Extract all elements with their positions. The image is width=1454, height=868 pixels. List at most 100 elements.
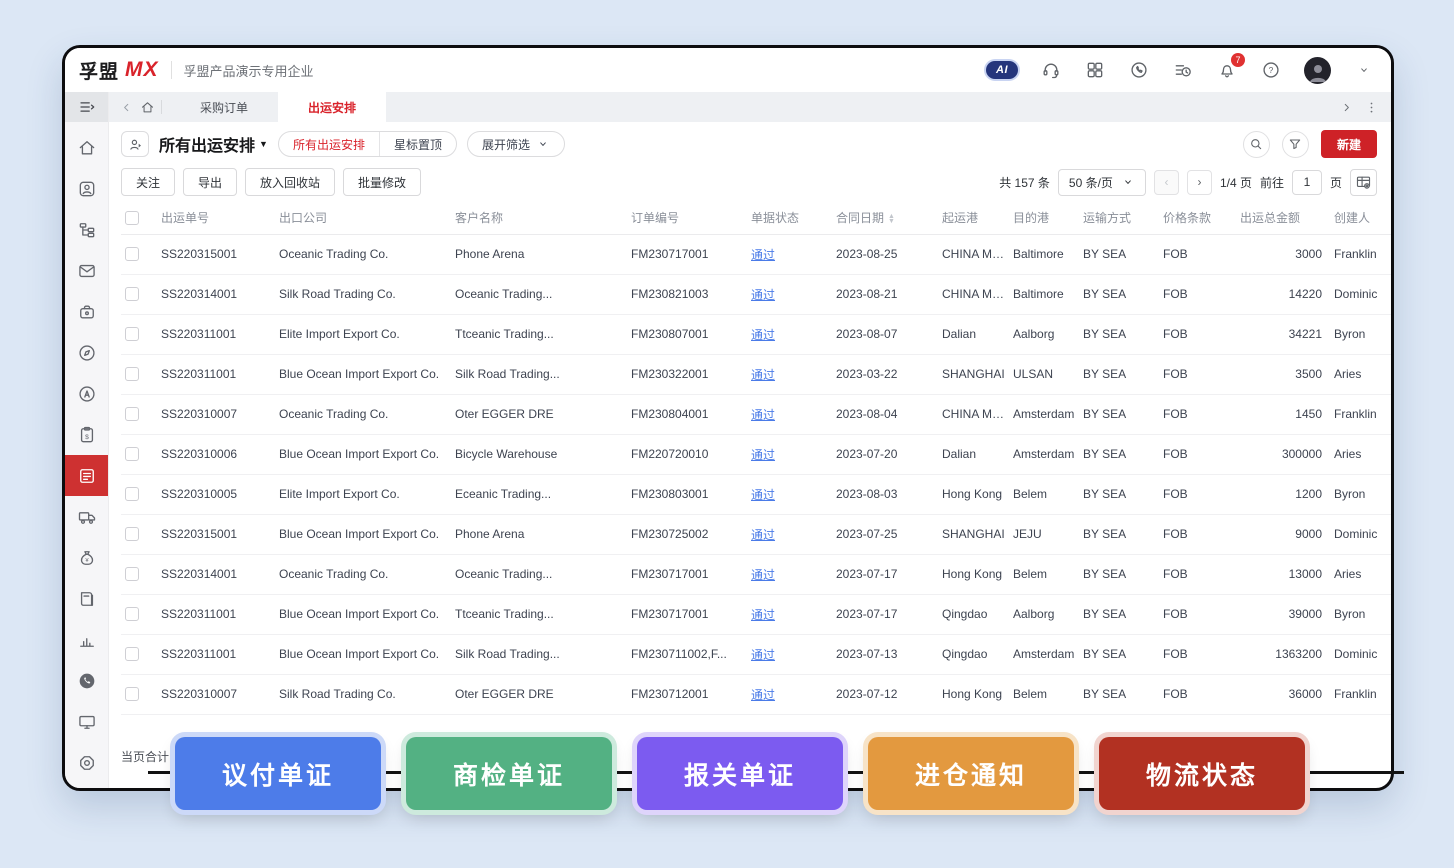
flow-button-4[interactable]: 物流状态 bbox=[1099, 737, 1305, 810]
notifications-button[interactable]: 7 bbox=[1216, 59, 1238, 81]
next-page-button[interactable]: › bbox=[1187, 170, 1212, 195]
support-button[interactable] bbox=[1040, 59, 1062, 81]
tab-1[interactable]: 出运安排 bbox=[278, 92, 386, 122]
status-link[interactable]: 通过 bbox=[751, 408, 775, 422]
topbar-actions: AI 7? bbox=[986, 57, 1375, 84]
table-row[interactable]: SS220314001Silk Road Trading Co.Oceanic … bbox=[121, 274, 1391, 314]
owner-filter-button[interactable] bbox=[121, 131, 149, 157]
row-checkbox[interactable] bbox=[125, 327, 139, 341]
status-link[interactable]: 通过 bbox=[751, 568, 775, 582]
row-checkbox[interactable] bbox=[125, 407, 139, 421]
segment-1[interactable]: 星标置顶 bbox=[380, 132, 456, 156]
table-row[interactable]: SS220314001Oceanic Trading Co.Oceanic Tr… bbox=[121, 554, 1391, 594]
view-selector[interactable]: 所有出运安排 ▼ bbox=[159, 132, 268, 156]
column-header-destination_port: 目的港 bbox=[1009, 202, 1079, 234]
expand-filter-button[interactable]: 展开筛选 bbox=[467, 131, 565, 157]
row-checkbox[interactable] bbox=[125, 567, 139, 581]
filter-button[interactable] bbox=[1282, 131, 1309, 158]
sidebar-item-products[interactable] bbox=[65, 291, 108, 332]
cell-shipping_no: SS220310006 bbox=[157, 434, 275, 474]
nav-home-button[interactable] bbox=[140, 100, 155, 115]
circle-a-icon bbox=[77, 384, 97, 404]
sidebar-item-shipping-docs[interactable] bbox=[65, 455, 108, 496]
sidebar-item-compass[interactable] bbox=[65, 332, 108, 373]
help-button[interactable]: ? bbox=[1260, 59, 1282, 81]
row-checkbox[interactable] bbox=[125, 527, 139, 541]
sidebar-item-home[interactable] bbox=[65, 127, 108, 168]
cell-customer: Ttceanic Trading... bbox=[451, 314, 627, 354]
status-link[interactable]: 通过 bbox=[751, 528, 775, 542]
goto-page-input[interactable] bbox=[1292, 170, 1322, 195]
table-row[interactable]: SS220315001Oceanic Trading Co.Phone Aren… bbox=[121, 234, 1391, 274]
status-link[interactable]: 通过 bbox=[751, 448, 775, 462]
table-row[interactable]: SS220311001Blue Ocean Import Export Co.S… bbox=[121, 354, 1391, 394]
sidebar-item-org-structure[interactable] bbox=[65, 209, 108, 250]
task-list-button[interactable] bbox=[1172, 59, 1194, 81]
column-header-contract_date[interactable]: 合同日期▲▼ bbox=[832, 202, 938, 234]
sidebar-item-settings[interactable] bbox=[65, 742, 108, 783]
select-all-checkbox[interactable] bbox=[125, 211, 139, 225]
toolbar-button-1[interactable]: 导出 bbox=[183, 168, 237, 196]
apps-button[interactable] bbox=[1084, 59, 1106, 81]
sidebar-item-mail[interactable] bbox=[65, 250, 108, 291]
sidebar-item-contacts[interactable] bbox=[65, 168, 108, 209]
sort-icon[interactable]: ▲▼ bbox=[888, 214, 895, 224]
tabs-scroll-right-button[interactable] bbox=[1339, 100, 1354, 115]
ai-assistant-button[interactable]: AI bbox=[986, 61, 1018, 79]
row-checkbox[interactable] bbox=[125, 487, 139, 501]
sidebar-item-workstation[interactable] bbox=[65, 701, 108, 742]
sidebar-collapse-button[interactable] bbox=[65, 92, 108, 122]
row-checkbox[interactable] bbox=[125, 367, 139, 381]
whatsapp-button[interactable] bbox=[1128, 59, 1150, 81]
table-row[interactable]: SS220311001Elite Import Export Co.Ttcean… bbox=[121, 314, 1391, 354]
sidebar-item-analytics[interactable] bbox=[65, 619, 108, 660]
toolbar-button-0[interactable]: 关注 bbox=[121, 168, 175, 196]
user-menu-button[interactable] bbox=[1353, 59, 1375, 81]
user-avatar[interactable] bbox=[1304, 57, 1331, 84]
status-link[interactable]: 通过 bbox=[751, 288, 775, 302]
table-row[interactable]: SS220315001Blue Ocean Import Export Co.P… bbox=[121, 514, 1391, 554]
row-checkbox[interactable] bbox=[125, 647, 139, 661]
cell-order_no: FM230712001 bbox=[627, 674, 747, 714]
flow-button-2[interactable]: 报关单证 bbox=[637, 737, 843, 810]
search-button[interactable] bbox=[1243, 131, 1270, 158]
sidebar-item-logistics[interactable] bbox=[65, 496, 108, 537]
toolbar-button-2[interactable]: 放入回收站 bbox=[245, 168, 335, 196]
row-checkbox[interactable] bbox=[125, 687, 139, 701]
table-row[interactable]: SS220310007Oceanic Trading Co.Oter EGGER… bbox=[121, 394, 1391, 434]
table-row[interactable]: SS220310007Silk Road Trading Co.Oter EGG… bbox=[121, 674, 1391, 714]
flow-button-1[interactable]: 商检单证 bbox=[406, 737, 612, 810]
sidebar-item-money[interactable]: ¥ bbox=[65, 537, 108, 578]
row-checkbox[interactable] bbox=[125, 607, 139, 621]
new-button[interactable]: 新建 bbox=[1321, 130, 1377, 158]
status-link[interactable]: 通过 bbox=[751, 328, 775, 342]
row-checkbox[interactable] bbox=[125, 447, 139, 461]
status-link[interactable]: 通过 bbox=[751, 608, 775, 622]
cell-price_terms: FOB bbox=[1159, 514, 1236, 554]
table-row[interactable]: SS220310006Blue Ocean Import Export Co.B… bbox=[121, 434, 1391, 474]
page-size-select[interactable]: 50 条/页 bbox=[1058, 169, 1146, 196]
tabs-more-button[interactable] bbox=[1364, 100, 1379, 115]
row-checkbox[interactable] bbox=[125, 287, 139, 301]
sidebar-item-finance[interactable]: $ bbox=[65, 414, 108, 455]
status-link[interactable]: 通过 bbox=[751, 648, 775, 662]
table-row[interactable]: SS220311001Blue Ocean Import Export Co.S… bbox=[121, 634, 1391, 674]
flow-button-0[interactable]: 议付单证 bbox=[175, 737, 381, 810]
status-link[interactable]: 通过 bbox=[751, 488, 775, 502]
status-link[interactable]: 通过 bbox=[751, 368, 775, 382]
sidebar-item-ledger[interactable] bbox=[65, 578, 108, 619]
table-row[interactable]: SS220311001Blue Ocean Import Export Co.T… bbox=[121, 594, 1391, 634]
toolbar-button-3[interactable]: 批量修改 bbox=[343, 168, 421, 196]
row-checkbox[interactable] bbox=[125, 247, 139, 261]
nav-back-button[interactable] bbox=[119, 100, 134, 115]
flow-button-3[interactable]: 进仓通知 bbox=[868, 737, 1074, 810]
status-link[interactable]: 通过 bbox=[751, 688, 775, 702]
prev-page-button[interactable]: ‹ bbox=[1154, 170, 1179, 195]
status-link[interactable]: 通过 bbox=[751, 248, 775, 262]
segment-0[interactable]: 所有出运安排 bbox=[279, 132, 379, 156]
sidebar-item-whatsapp[interactable] bbox=[65, 660, 108, 701]
table-row[interactable]: SS220310005Elite Import Export Co.Eceani… bbox=[121, 474, 1391, 514]
tab-0[interactable]: 采购订单 bbox=[170, 92, 278, 122]
sidebar-item-circle-a[interactable] bbox=[65, 373, 108, 414]
column-settings-button[interactable] bbox=[1350, 169, 1377, 196]
